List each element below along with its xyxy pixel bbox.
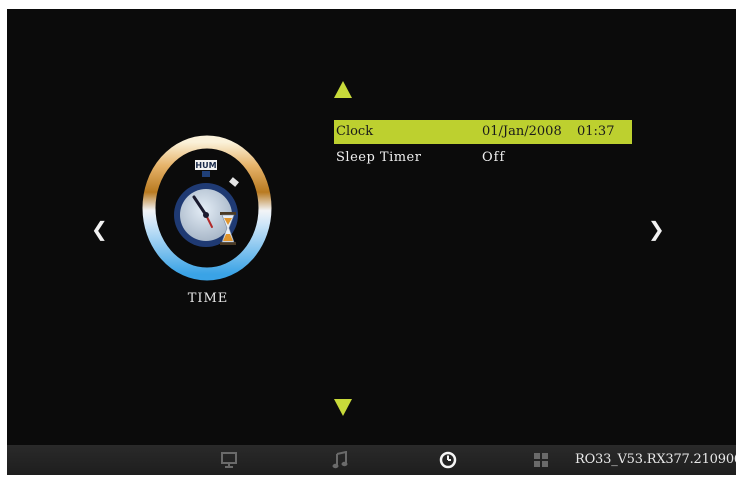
time-category-icon: HUM <box>142 135 272 281</box>
menu-item-clock[interactable]: Clock 01/Jan/2008 01:37 <box>334 120 632 144</box>
sleep-timer-label: Sleep Timer <box>336 150 422 165</box>
firmware-version: RO33_V53.RX377.210906 <box>575 452 736 467</box>
category-label: TIME <box>187 291 229 306</box>
bottom-menu-bar: RO33_V53.RX377.210906 <box>7 445 736 475</box>
scroll-up-arrow-icon[interactable] <box>334 81 352 98</box>
menu-item-sleep-timer[interactable]: Sleep Timer Off <box>334 146 632 170</box>
grid-icon[interactable] <box>533 451 549 469</box>
tv-screen: ❮ ❯ HUM TIME Clock 01/Jan/2008 01:37 Sle… <box>7 9 736 475</box>
scroll-down-arrow-icon[interactable] <box>334 399 352 416</box>
clock-time-value: 01:37 <box>577 124 615 139</box>
previous-category-arrow-icon[interactable]: ❮ <box>91 219 108 239</box>
clock-label: Clock <box>336 124 374 139</box>
sleep-timer-value: Off <box>482 150 506 165</box>
clock-icon[interactable] <box>439 451 457 469</box>
clock-date-value: 01/Jan/2008 <box>482 124 562 139</box>
next-category-arrow-icon[interactable]: ❯ <box>648 219 665 239</box>
music-note-icon[interactable] <box>332 451 348 469</box>
monitor-icon[interactable] <box>221 451 237 469</box>
hum-badge-text: HUM <box>195 161 216 170</box>
